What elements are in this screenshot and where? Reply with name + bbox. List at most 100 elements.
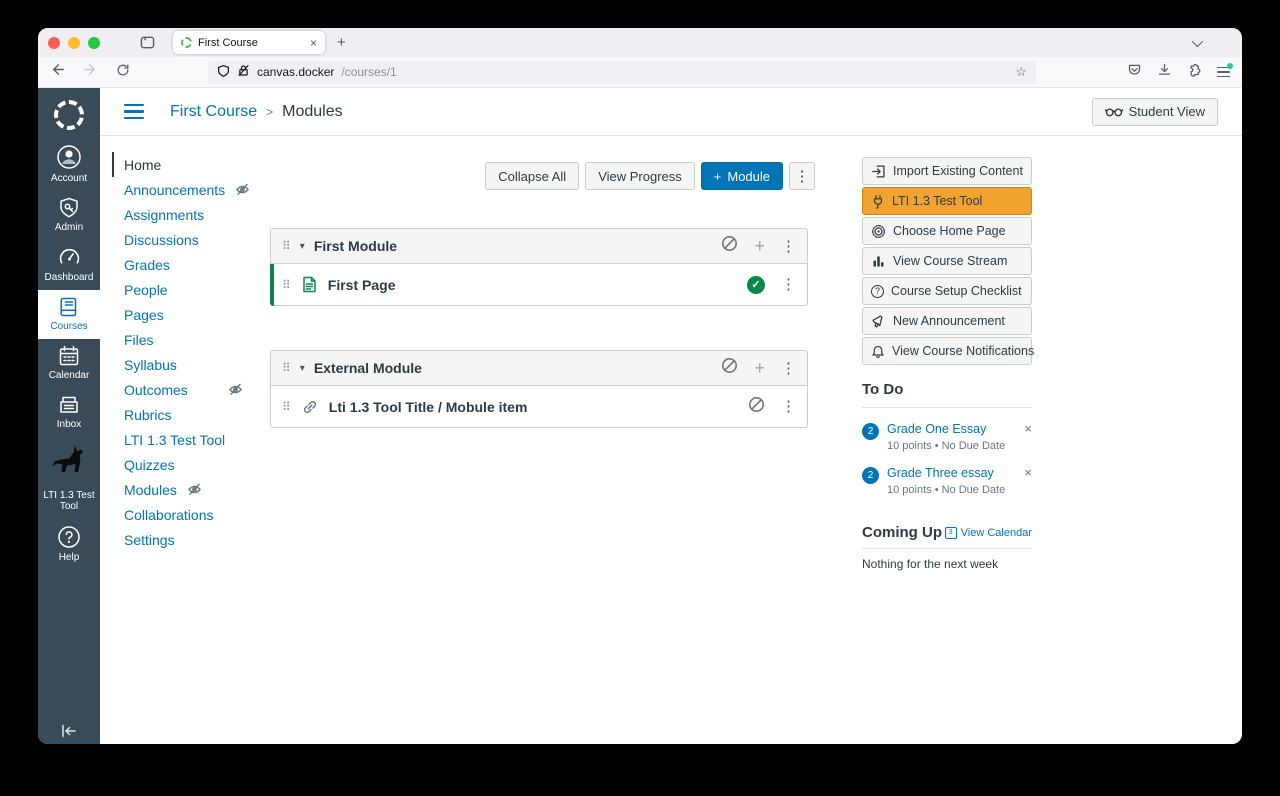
unpublish-ban-icon[interactable] [721, 235, 738, 257]
view-calendar-link[interactable]: 3 View Calendar [944, 526, 1032, 539]
add-item-plus-icon[interactable]: + [754, 359, 765, 377]
breadcrumb-separator: > [266, 104, 274, 119]
add-item-plus-icon[interactable]: + [754, 237, 765, 255]
module-header: ⠿ ▾ External Module + ⋮ [271, 351, 807, 385]
todo-meta: 10 points • No Due Date [887, 484, 1006, 496]
view-course-stream-button[interactable]: View Course Stream [862, 247, 1032, 275]
course-setup-checklist-button[interactable]: ? Course Setup Checklist [862, 277, 1032, 305]
dismiss-todo-icon[interactable]: × [1024, 466, 1032, 479]
todo-link[interactable]: Grade One Essay [887, 422, 1005, 436]
global-nav-label: LTI 1.3 Test Tool [43, 490, 95, 512]
item-kebab-icon[interactable]: ⋮ [781, 399, 796, 414]
item-kebab-icon[interactable]: ⋮ [781, 277, 796, 292]
app-menu-icon[interactable] [1217, 62, 1233, 78]
todo-item: 2 Grade One Essay 10 points • No Due Dat… [862, 422, 1032, 452]
forward-button[interactable] [83, 62, 98, 82]
insecure-lock-icon[interactable] [237, 64, 250, 80]
global-nav-dashboard[interactable]: Dashboard [38, 240, 100, 290]
back-button[interactable] [50, 62, 65, 82]
drag-handle-icon[interactable]: ⠿ [282, 240, 291, 252]
downloads-icon[interactable] [1157, 62, 1172, 82]
calendar-icon: 3 [944, 526, 957, 539]
choose-home-page-button[interactable]: Choose Home Page [862, 217, 1032, 245]
collapse-global-nav-button[interactable] [38, 724, 100, 738]
course-nav-modules[interactable]: Modules [124, 477, 300, 502]
todo-link[interactable]: Grade Three essay [887, 466, 1005, 480]
view-progress-button[interactable]: View Progress [585, 162, 695, 190]
global-nav-admin[interactable]: Admin [38, 191, 100, 240]
import-existing-content-button[interactable]: Import Existing Content [862, 157, 1032, 185]
tab-favicon-icon [181, 37, 192, 48]
tab-title: First Course [198, 36, 258, 49]
drag-handle-icon[interactable]: ⠿ [282, 401, 291, 413]
pocket-icon[interactable] [1127, 62, 1142, 82]
collapse-module-caret-icon[interactable]: ▾ [300, 241, 305, 252]
firefox-view-icon[interactable] [140, 35, 155, 50]
course-nav-toggle-icon[interactable] [124, 103, 144, 120]
todo-meta: 10 points • No Due Date [887, 440, 1006, 452]
course-nav-lti-test-tool[interactable]: LTI 1.3 Test Tool [124, 427, 300, 452]
plus-icon: + [713, 168, 722, 184]
canvas-logo-icon[interactable] [54, 100, 84, 130]
collapse-module-caret-icon[interactable]: ▾ [300, 363, 305, 374]
global-nav-account[interactable]: Account [38, 138, 100, 191]
window-controls [48, 36, 100, 49]
global-nav-calendar[interactable]: Calendar [38, 339, 100, 388]
course-nav-settings[interactable]: Settings [124, 527, 300, 552]
megaphone-icon [872, 314, 883, 328]
modules-options-kebab-icon[interactable]: ⋮ [789, 162, 815, 190]
published-check-icon[interactable]: ✓ [747, 275, 765, 294]
global-nav-label: Account [50, 173, 88, 184]
global-nav-label: Inbox [56, 419, 82, 430]
lti-test-tool-button[interactable]: LTI 1.3 Test Tool [862, 187, 1032, 215]
module-kebab-icon[interactable]: ⋮ [781, 361, 796, 376]
tracking-protection-shield-icon[interactable] [217, 64, 230, 81]
module-kebab-icon[interactable]: ⋮ [781, 239, 796, 254]
course-nav-quizzes[interactable]: Quizzes [124, 452, 300, 477]
hidden-eye-slash-icon [228, 382, 243, 397]
gear-target-icon [872, 224, 885, 238]
global-nav-lti-tool[interactable]: LTI 1.3 Test Tool [38, 437, 100, 519]
module-external-module: ⠿ ▾ External Module + ⋮ ⠿ Lti 1.3 Tool T… [270, 350, 808, 428]
menu-notification-dot [1227, 62, 1233, 69]
bookmark-star-icon[interactable]: ☆ [1015, 64, 1027, 80]
drag-handle-icon[interactable]: ⠿ [282, 279, 291, 291]
global-nav-label: Calendar [48, 370, 90, 381]
global-nav-label: Dashboard [44, 272, 94, 283]
browser-tab[interactable]: First Course × [173, 31, 325, 54]
collapse-all-button[interactable]: Collapse All [485, 162, 580, 190]
course-nav-collaborations[interactable]: Collaborations [124, 502, 300, 527]
reload-button[interactable] [116, 63, 130, 82]
module-item-title[interactable]: First Page [328, 277, 396, 293]
global-nav-courses[interactable]: Courses [38, 290, 100, 339]
external-link-icon [302, 399, 318, 415]
module-item-first-page[interactable]: ⠿ First Page ✓ ⋮ [270, 263, 807, 306]
browser-window: First Course × + canvas.docker/courses/1… [38, 28, 1242, 744]
add-module-button[interactable]: + Module [700, 162, 783, 190]
dismiss-todo-icon[interactable]: × [1024, 422, 1032, 435]
module-item-lti-tool[interactable]: ⠿ Lti 1.3 Tool Title / Mobule item ⋮ [271, 385, 807, 427]
new-tab-button[interactable]: + [337, 34, 346, 51]
student-view-button[interactable]: Student View [1091, 97, 1218, 126]
tab-close-icon[interactable]: × [310, 36, 317, 50]
new-announcement-button[interactable]: New Announcement [862, 307, 1032, 335]
address-bar[interactable]: canvas.docker/courses/1 ☆ [208, 60, 1036, 84]
zoom-window-button[interactable] [88, 36, 100, 49]
global-nav-help[interactable]: Help [38, 519, 100, 570]
unpublished-ban-icon[interactable] [748, 396, 765, 418]
todo-heading: To Do [862, 381, 1032, 408]
view-course-notifications-button[interactable]: View Course Notifications [862, 337, 1034, 365]
todo-item: 2 Grade Three essay 10 points • No Due D… [862, 466, 1032, 496]
browser-toolbar: canvas.docker/courses/1 ☆ [38, 57, 1242, 88]
module-item-title[interactable]: Lti 1.3 Tool Title / Mobule item [329, 399, 528, 415]
minimize-window-button[interactable] [68, 36, 80, 49]
global-nav-label: Help [58, 552, 80, 563]
extensions-puzzle-icon[interactable] [1187, 62, 1202, 82]
global-nav-inbox[interactable]: Inbox [38, 388, 100, 437]
unpublish-ban-icon[interactable] [721, 357, 738, 379]
global-nav-label: Courses [50, 321, 88, 332]
drag-handle-icon[interactable]: ⠿ [282, 362, 291, 374]
breadcrumb-course-link[interactable]: First Course [170, 103, 257, 121]
close-window-button[interactable] [48, 36, 60, 49]
list-tabs-chevron-icon[interactable] [1191, 35, 1232, 47]
